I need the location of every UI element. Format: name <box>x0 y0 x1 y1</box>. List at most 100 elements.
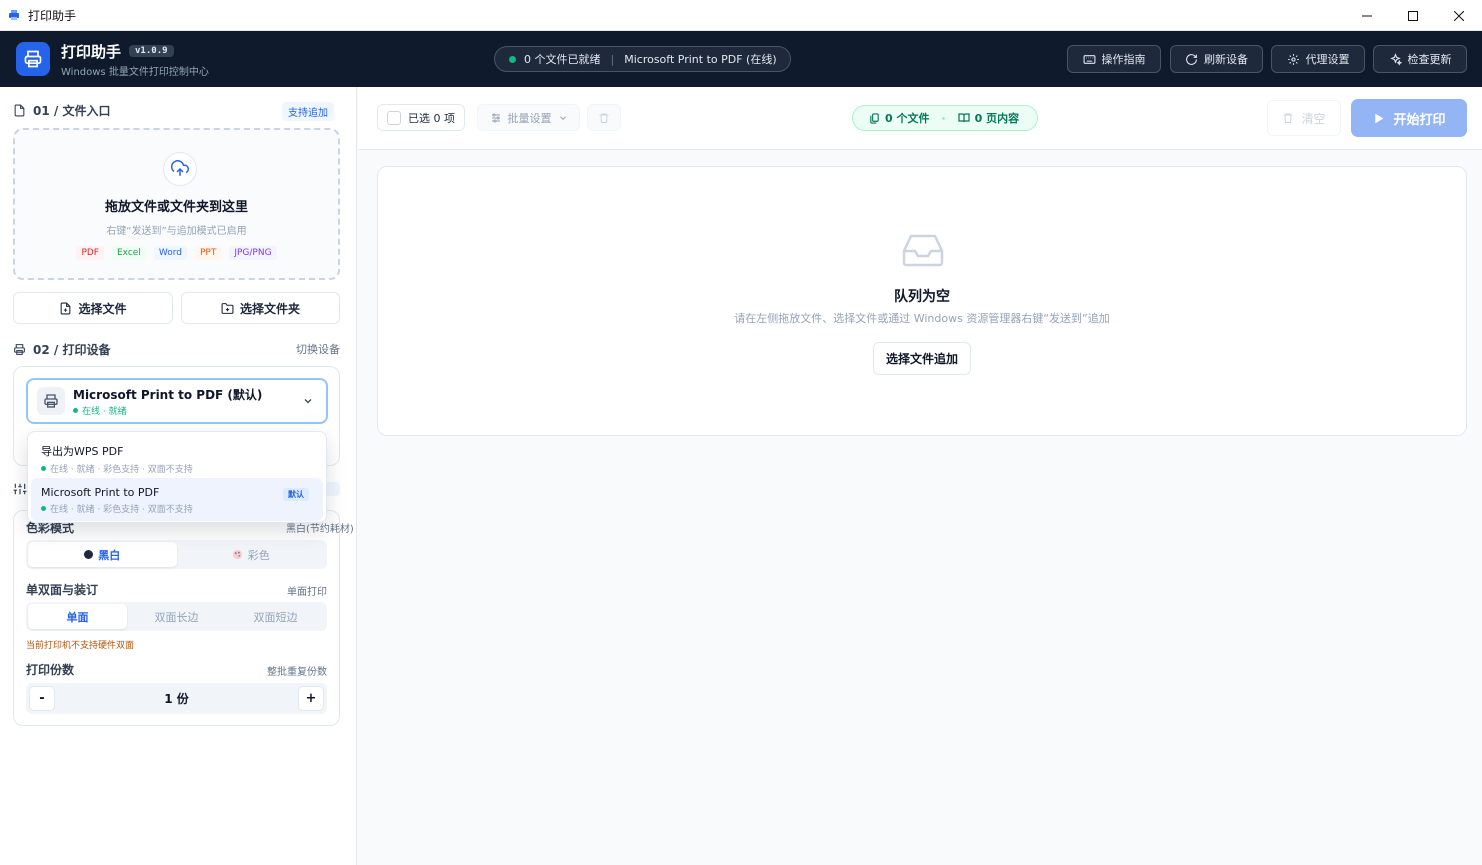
duplex-toggle: 单面 双面长边 双面短边 <box>26 602 327 631</box>
guide-button[interactable]: 操作指南 <box>1067 45 1161 73</box>
dropzone-title: 拖放文件或文件夹到这里 <box>104 200 248 215</box>
status-files: 0 个文件已就绪 <box>524 53 601 66</box>
select-file-label: 选择文件 <box>78 301 127 316</box>
device-option-wps-pdf[interactable]: 导出为WPS PDF 在线 · 就绪 · 彩色支持 · 双面不支持 <box>31 435 323 478</box>
guide-label: 操作指南 <box>1101 53 1146 66</box>
device-section-header: 02 / 打印设备 <box>13 341 110 358</box>
selected-count: 已选 0 项 <box>408 111 455 125</box>
chevron-down-icon <box>304 399 312 404</box>
folder-plus-icon <box>221 302 234 314</box>
selected-device-status: 在线 · 就绪 <box>82 406 127 417</box>
bw-label: 黑白 <box>98 548 121 562</box>
add-files-button[interactable]: 选择文件追加 <box>873 342 971 375</box>
file-dropzone[interactable]: 拖放文件或文件夹到这里 右键“发送到”与追加模式已启用 PDF Excel Wo… <box>13 128 340 280</box>
palette-icon <box>232 549 242 560</box>
clear-label: 清空 <box>1301 111 1326 126</box>
window-titlebar: 打印助手 <box>0 0 1482 31</box>
printer-logo-icon <box>16 42 50 76</box>
device-section-title: 02 / 打印设备 <box>33 343 111 357</box>
printer-app-icon <box>9 10 19 20</box>
duplex-option-short[interactable]: 双面短边 <box>226 604 325 629</box>
delete-selected-button[interactable] <box>587 104 621 131</box>
format-chip-image: JPG/PNG <box>229 246 277 260</box>
chevron-down-icon <box>559 115 566 120</box>
duplex-value: 单面打印 <box>287 587 327 598</box>
file-plus-icon <box>61 302 71 314</box>
clear-queue-button[interactable]: 清空 <box>1267 100 1341 136</box>
refresh-devices-button[interactable]: 刷新设备 <box>1170 45 1263 73</box>
copies-label: 打印份数 <box>26 663 75 677</box>
selected-device-name: Microsoft Print to PDF (默认) <box>73 387 263 402</box>
queue-counter: 0 个文件 · 0 页内容 <box>852 105 1038 131</box>
proxy-settings-button[interactable]: 代理设置 <box>1271 45 1365 73</box>
empty-title: 队列为空 <box>894 289 950 305</box>
format-chip-pdf: PDF <box>76 246 104 260</box>
color-option-color[interactable]: 彩色 <box>177 542 326 567</box>
sparkles-icon <box>1389 52 1402 66</box>
device-option-ms-pdf[interactable]: Microsoft Print to PDF 在线 · 就绪 · 彩色支持 · … <box>31 478 323 521</box>
sliders-icon <box>491 113 500 122</box>
duplex-option-long[interactable]: 双面长边 <box>127 604 226 629</box>
empty-hint: 请在左侧拖放文件、选择文件或通过 Windows 资源管理器右键“发送到”追加 <box>734 312 1110 325</box>
decrement-button[interactable]: - <box>29 686 55 711</box>
status-separator: | <box>610 52 615 66</box>
select-file-button[interactable]: 选择文件 <box>13 292 173 324</box>
duplex-label: 单双面与装订 <box>26 583 99 597</box>
printer-icon <box>37 387 65 415</box>
status-dot <box>509 55 516 63</box>
window-title: 打印助手 <box>28 8 77 23</box>
device-dropdown: 导出为WPS PDF 在线 · 就绪 · 彩色支持 · 双面不支持 Micros… <box>27 431 327 523</box>
update-label: 检查更新 <box>1407 53 1452 66</box>
color-label: 彩色 <box>247 548 270 562</box>
upload-cloud-icon <box>163 152 197 186</box>
status-dot <box>41 506 46 511</box>
dropzone-hint: 右键“发送到”与追加模式已启用 <box>106 226 247 237</box>
append-supported-badge: 支持追加 <box>282 102 334 121</box>
printer-icon <box>14 344 25 355</box>
sliders-icon <box>13 483 27 495</box>
app-subtitle: Windows 批量文件打印控制中心 <box>61 66 209 78</box>
trash-icon <box>1283 113 1293 123</box>
select-folder-label: 选择文件夹 <box>239 301 300 316</box>
close-window-button[interactable] <box>1436 0 1482 31</box>
status-dot <box>73 407 78 413</box>
switch-device-link[interactable]: 切换设备 <box>296 341 340 357</box>
check-update-button[interactable]: 检查更新 <box>1373 45 1467 73</box>
app-name: 打印助手 <box>61 42 122 61</box>
format-chip-excel: Excel <box>111 246 146 260</box>
default-badge: 默认 <box>283 488 309 501</box>
start-print-button[interactable]: 开始打印 <box>1351 99 1467 137</box>
refresh-label: 刷新设备 <box>1204 53 1248 66</box>
files-icon <box>870 112 879 124</box>
status-printer: Microsoft Print to PDF (在线) <box>624 53 777 66</box>
color-option-bw[interactable]: 黑白 <box>28 542 177 567</box>
files-section-header: 01 / 文件入口 <box>13 102 110 119</box>
files-section-title: 01 / 文件入口 <box>33 104 111 118</box>
checkbox-icon <box>387 110 401 125</box>
device-option-meta: 在线 · 就绪 · 彩色支持 · 双面不支持 <box>50 465 193 475</box>
copies-value: 1 份 <box>164 692 189 706</box>
increment-button[interactable]: + <box>298 686 324 711</box>
device-option-name: 导出为WPS PDF <box>41 445 124 458</box>
format-chips: PDF Excel Word PPT JPG/PNG <box>15 246 338 260</box>
inbox-icon <box>902 234 944 267</box>
duplex-warning: 当前打印机不支持硬件双面 <box>26 641 135 651</box>
version-badge: v1.0.9 <box>129 45 174 57</box>
proxy-label: 代理设置 <box>1305 53 1350 66</box>
copies-hint: 整批重复份数 <box>267 667 327 678</box>
device-select[interactable]: Microsoft Print to PDF (默认) 在线 · 就绪 <box>26 378 328 424</box>
keyboard-icon <box>1083 54 1095 64</box>
copies-stepper: 1 份 - + <box>26 683 327 714</box>
select-folder-button[interactable]: 选择文件夹 <box>181 292 340 324</box>
maximize-button[interactable] <box>1390 0 1436 31</box>
minimize-button[interactable] <box>1344 0 1390 31</box>
batch-label: 批量设置 <box>507 111 552 125</box>
trash-icon <box>599 113 609 123</box>
file-icon <box>14 104 25 117</box>
duplex-option-single[interactable]: 单面 <box>28 604 127 629</box>
format-chip-word: Word <box>153 246 187 260</box>
counter-dot: · <box>941 111 946 125</box>
select-all-checkbox[interactable]: 已选 0 项 <box>377 104 465 131</box>
batch-settings-button[interactable]: 批量设置 <box>477 104 580 131</box>
status-dot <box>41 466 46 471</box>
